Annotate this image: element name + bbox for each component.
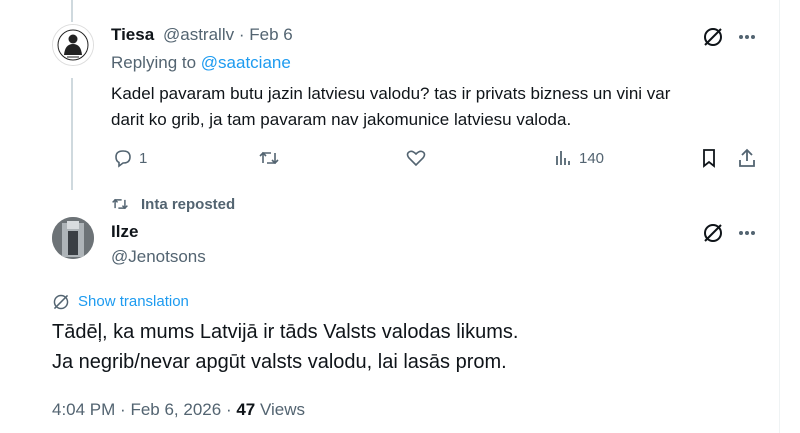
tweet-text-line: Tādēļ, ka mums Latvijā ir tāds Valsts va… [52, 321, 519, 343]
meta-separator: · [238, 25, 245, 44]
bookmark-icon[interactable] [697, 146, 721, 170]
tweet-text-line: Kadel pavaram butu jazin latviesu valodu… [111, 84, 671, 103]
like-icon[interactable] [404, 146, 428, 170]
tweet-time[interactable]: 4:04 PM [52, 400, 115, 419]
views-number: 47 [236, 400, 256, 419]
more-icon[interactable] [735, 25, 759, 49]
thread-line-top [71, 0, 73, 22]
more-icon[interactable] [735, 221, 759, 245]
views-count[interactable]: 140 [579, 150, 604, 167]
views-icon[interactable] [551, 146, 575, 170]
replying-to-handle[interactable]: @saatciane [201, 53, 291, 72]
footer-separator: · [225, 400, 232, 419]
replying-to-label: Replying to [111, 53, 197, 72]
tweet-pane: Tiesa @astrallv · Feb 6 Replying to @saa… [0, 0, 779, 433]
thread-line-bottom [71, 78, 73, 190]
tweet-meta: @astrallv · Feb 6 [163, 25, 293, 45]
reply-count[interactable]: 1 [139, 150, 147, 167]
footer-separator: · [120, 400, 126, 419]
show-translation-link[interactable]: Show translation [78, 293, 189, 310]
author-name[interactable]: Ilze [111, 222, 138, 242]
grok-icon[interactable] [701, 25, 725, 49]
tweet-text-line: darit ko grib, ja tam pavaram nav jakomu… [111, 110, 572, 129]
tweet-date[interactable]: Feb 6, 2026 [130, 400, 221, 419]
reposted-icon [109, 193, 131, 215]
column-divider [779, 0, 780, 433]
tweet-text: Kadel pavaram butu jazin latviesu valodu… [111, 81, 751, 133]
tweet-footer: 4:04 PM · Feb 6, 2026 · 47 Views [52, 400, 305, 420]
replying-to: Replying to @saatciane [111, 53, 291, 73]
avatar[interactable] [52, 24, 94, 66]
share-icon[interactable] [735, 146, 759, 170]
repost-label[interactable]: Inta reposted [141, 196, 235, 213]
tweet-text-line: Ja negrib/nevar apgūt valsts valodu, lai… [52, 351, 507, 373]
repost-icon[interactable] [257, 146, 281, 170]
views-label: Views [260, 400, 306, 419]
author-handle[interactable]: @astrallv [163, 25, 234, 44]
tweet-date[interactable]: Feb 6 [249, 25, 292, 44]
avatar[interactable] [52, 217, 94, 259]
author-handle[interactable]: @Jenotsons [111, 247, 206, 267]
author-name[interactable]: Tiesa [111, 25, 154, 45]
reply-icon[interactable] [111, 146, 135, 170]
grok-icon[interactable] [701, 221, 725, 245]
translate-icon[interactable] [51, 292, 71, 312]
